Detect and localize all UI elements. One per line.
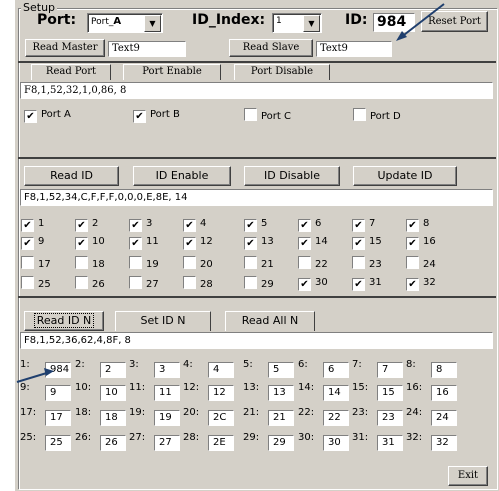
arrow-to-id-1 xyxy=(16,368,54,383)
annotation-arrows xyxy=(16,3,445,383)
arrow-to-id-field xyxy=(396,3,445,41)
